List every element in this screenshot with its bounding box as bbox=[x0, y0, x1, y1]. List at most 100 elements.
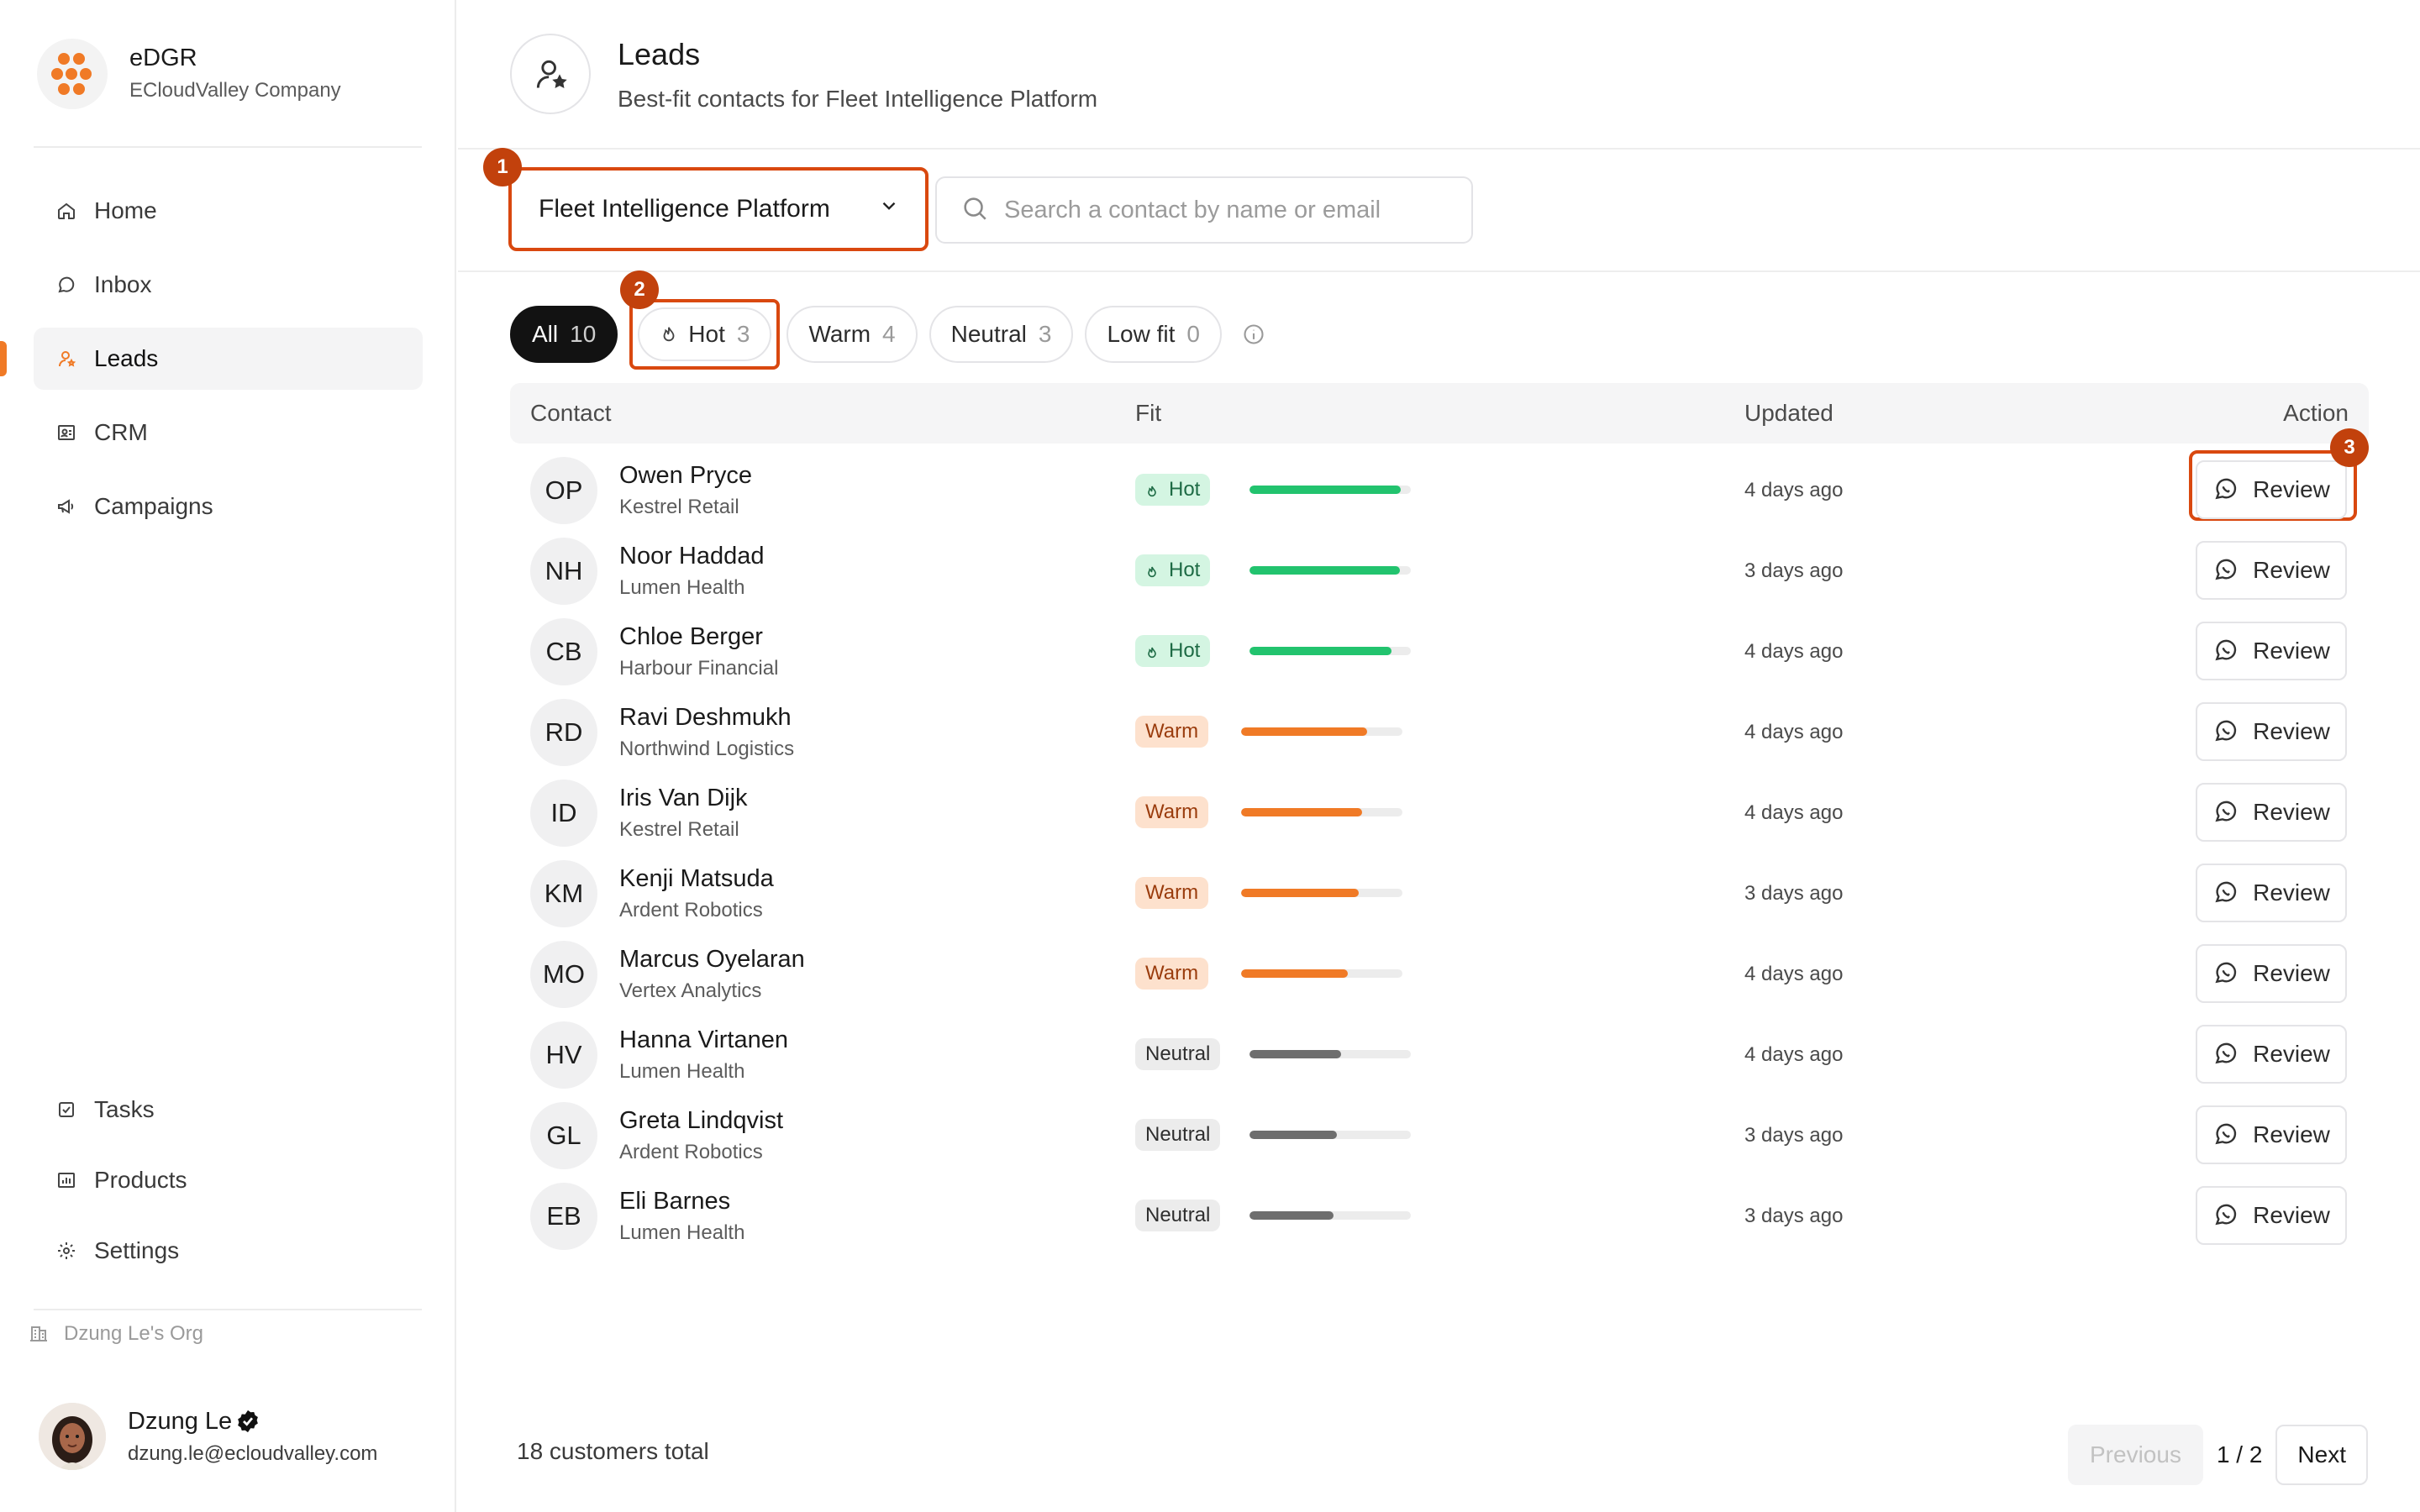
review-label: Review bbox=[2253, 960, 2330, 986]
chat-bubble-icon bbox=[2212, 637, 2241, 665]
contact-company: Kestrel Retail bbox=[619, 496, 739, 518]
contact-name[interactable]: Greta Lindqvist bbox=[619, 1105, 783, 1136]
review-button[interactable]: Review bbox=[2196, 944, 2347, 1003]
contact-name[interactable]: Noor Haddad bbox=[619, 541, 765, 571]
fit-label: Hot bbox=[1169, 559, 1201, 581]
search-input[interactable] bbox=[1004, 196, 1458, 224]
flame-icon bbox=[660, 324, 678, 344]
table-row[interactable]: RD Ravi Deshmukh Northwind Logistics Warm 4 … bbox=[510, 692, 2369, 773]
review-button[interactable]: Review bbox=[2196, 1105, 2347, 1164]
callout-badge-3: 3 bbox=[2330, 428, 2369, 467]
filter-low-fit[interactable]: Low fit 0 bbox=[1085, 306, 1222, 363]
product-select-value: Fleet Intelligence Platform bbox=[539, 195, 830, 223]
table-row[interactable]: EB Eli Barnes Lumen Health Neutral 3 days ag… bbox=[510, 1176, 2369, 1257]
brand[interactable]: eDGR ECloudValley Company bbox=[37, 39, 341, 109]
updated-time: 3 days ago bbox=[1744, 559, 1844, 582]
table-row[interactable]: NH Noor Haddad Lumen Health Hot 3 days ago Re… bbox=[510, 531, 2369, 612]
contact-name[interactable]: Chloe Berger bbox=[619, 622, 763, 652]
review-label: Review bbox=[2253, 1121, 2330, 1147]
previous-page-button[interactable]: Previous bbox=[2068, 1425, 2203, 1485]
user-name-text: Dzung Le bbox=[128, 1408, 233, 1435]
fit-label: Neutral bbox=[1145, 1042, 1211, 1065]
filter-hot[interactable]: Hot 3 bbox=[638, 307, 772, 361]
sidebar-item-leads[interactable]: Leads bbox=[0, 328, 423, 390]
contact-name[interactable]: Marcus Oyelaran bbox=[619, 944, 805, 974]
contact-company: Lumen Health bbox=[619, 1221, 745, 1244]
main-content: Leads Best-fit contacts for Fleet Intell… bbox=[458, 0, 2420, 1512]
checkbox-icon bbox=[55, 1099, 77, 1121]
table-row[interactable]: KM Kenji Matsuda Ardent Robotics Warm 3 days… bbox=[510, 853, 2369, 934]
fit-score-fill bbox=[1241, 889, 1360, 897]
org-switcher[interactable]: Dzung Le's Org bbox=[29, 1322, 203, 1346]
chat-bubble-icon bbox=[2212, 879, 2241, 907]
leads-table: Contact Fit Updated Action OP Owen Pryce K… bbox=[510, 383, 2369, 1257]
table-row[interactable]: HV Hanna Virtanen Lumen Health Neutral 4 day… bbox=[510, 1015, 2369, 1095]
contact-avatar: KM bbox=[530, 860, 597, 927]
filter-label: Neutral bbox=[950, 321, 1027, 347]
contact-avatar: CB bbox=[530, 618, 597, 685]
filter-hot-highlight: Hot 3 bbox=[629, 299, 781, 370]
table-row[interactable]: ID Iris Van Dijk Kestrel Retail Warm 4 days … bbox=[510, 773, 2369, 853]
sidebar-item-tasks[interactable]: Tasks bbox=[34, 1080, 423, 1139]
contact-name[interactable]: Kenji Matsuda bbox=[619, 864, 774, 894]
contact-name[interactable]: Owen Pryce bbox=[619, 460, 752, 491]
table-row[interactable]: GL Greta Lindqvist Ardent Robotics Neutral 3… bbox=[510, 1095, 2369, 1176]
table-row[interactable]: OP Owen Pryce Kestrel Retail Hot 4 days ago 3… bbox=[510, 428, 2369, 531]
main-nav: Home Inbox Leads CRM Campaigns bbox=[0, 180, 423, 549]
review-button[interactable]: Review bbox=[2196, 1186, 2347, 1245]
sidebar-item-products[interactable]: Products bbox=[34, 1151, 423, 1210]
header-divider bbox=[458, 148, 2420, 150]
flame-icon bbox=[1145, 481, 1160, 498]
sidebar-item-crm[interactable]: CRM bbox=[34, 402, 423, 464]
filter-label: All bbox=[532, 321, 559, 347]
review-button[interactable]: Review bbox=[2196, 702, 2347, 761]
fit-score-bar bbox=[1241, 808, 1402, 816]
fit-score-bar bbox=[1241, 969, 1402, 978]
fit-score-fill bbox=[1249, 566, 1400, 575]
column-header-fit[interactable]: Fit bbox=[1135, 400, 1161, 427]
review-label: Review bbox=[2253, 1041, 2330, 1067]
info-icon[interactable] bbox=[1242, 323, 1265, 346]
table-row[interactable]: CB Chloe Berger Harbour Financial Hot 4 days… bbox=[510, 612, 2369, 692]
contact-avatar: GL bbox=[530, 1102, 597, 1169]
filter-warm[interactable]: Warm 4 bbox=[786, 306, 918, 363]
contact-name[interactable]: Hanna Virtanen bbox=[619, 1025, 788, 1055]
sidebar-item-campaigns[interactable]: Campaigns bbox=[34, 475, 423, 538]
filter-all[interactable]: All 10 bbox=[510, 306, 618, 363]
contact-name[interactable]: Ravi Deshmukh bbox=[619, 702, 792, 732]
review-button[interactable]: Review bbox=[2196, 864, 2347, 922]
review-button[interactable]: Review bbox=[2196, 622, 2347, 680]
review-button[interactable]: Review bbox=[2196, 541, 2347, 600]
chat-bubble-icon bbox=[2212, 475, 2241, 504]
product-select[interactable]: Fleet Intelligence Platform bbox=[508, 167, 929, 251]
review-button[interactable]: Review bbox=[2196, 783, 2347, 842]
column-header-updated[interactable]: Updated bbox=[1744, 400, 1833, 427]
contact-card-icon bbox=[55, 422, 77, 444]
sidebar-item-inbox[interactable]: Inbox bbox=[34, 254, 423, 316]
user-profile[interactable]: Dzung Le dzung.le@ecloudvalley.com bbox=[39, 1403, 377, 1470]
page-indicator: 1 / 2 bbox=[2216, 1441, 2263, 1467]
contact-company: Lumen Health bbox=[619, 1060, 745, 1083]
sidebar-item-settings[interactable]: Settings bbox=[34, 1221, 423, 1280]
table-row[interactable]: MO Marcus Oyelaran Vertex Analytics Warm 4 d… bbox=[510, 934, 2369, 1015]
filter-count: 3 bbox=[1038, 321, 1052, 347]
column-header-contact[interactable]: Contact bbox=[530, 400, 612, 427]
review-button[interactable]: Review bbox=[2196, 1025, 2347, 1084]
verified-badge-icon bbox=[235, 1409, 260, 1434]
updated-time: 4 days ago bbox=[1744, 721, 1844, 743]
bar-chart-icon bbox=[55, 1169, 77, 1191]
next-page-button[interactable]: Next bbox=[2275, 1425, 2368, 1485]
review-button[interactable]: Review bbox=[2196, 460, 2347, 519]
pagination: Previous 1 / 2 Next bbox=[2068, 1425, 2368, 1485]
contact-name[interactable]: Iris Van Dijk bbox=[619, 783, 748, 813]
contact-name[interactable]: Eli Barnes bbox=[619, 1186, 730, 1216]
search-bar[interactable] bbox=[935, 176, 1473, 244]
fit-filter-tabs: All 10 Hot 3 Warm 4 Neutral 3 Low fit 0 bbox=[510, 299, 1265, 370]
fit-label: Hot bbox=[1169, 639, 1201, 662]
callout-badge-1: 1 bbox=[483, 148, 522, 186]
brand-company: ECloudValley Company bbox=[129, 79, 341, 102]
sidebar-item-home[interactable]: Home bbox=[34, 180, 423, 242]
filter-neutral[interactable]: Neutral 3 bbox=[929, 306, 1074, 363]
fit-label: Neutral bbox=[1145, 1123, 1211, 1146]
updated-time: 3 days ago bbox=[1744, 882, 1844, 905]
